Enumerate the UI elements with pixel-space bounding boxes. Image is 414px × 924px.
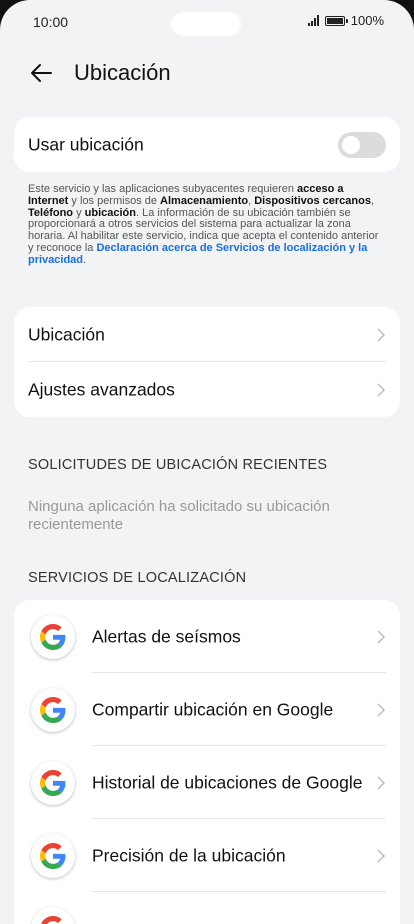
location-description: Este servicio y las aplicaciones subyace… bbox=[28, 183, 386, 267]
service-item-label: Compartir ubicación en Google bbox=[92, 699, 334, 719]
menu-item-location[interactable]: Ubicación bbox=[14, 307, 400, 362]
desc-bold-location: ubicación bbox=[84, 206, 136, 219]
desc-bold-nearby: Dispositivos cercanos bbox=[254, 194, 371, 207]
recent-requests-header: SOLICITUDES DE UBICACIÓN RECIENTES bbox=[28, 457, 328, 473]
use-location-card: Usar ubicación bbox=[14, 117, 400, 172]
chevron-right-icon bbox=[377, 775, 386, 790]
signal-icon bbox=[307, 15, 319, 26]
desc-text-4: , bbox=[370, 194, 375, 207]
desc-text-5: y bbox=[73, 206, 85, 219]
use-location-row[interactable]: Usar ubicación bbox=[14, 117, 400, 172]
service-item-google-location-history[interactable]: Historial de ubicaciones de Google bbox=[14, 746, 400, 819]
google-icon bbox=[31, 760, 75, 805]
desc-bold-phone: Teléfono bbox=[28, 206, 74, 219]
status-bar: 10:00 100% bbox=[0, 0, 414, 46]
chevron-right-icon bbox=[377, 848, 386, 863]
menu-item-label: Ubicación bbox=[28, 324, 105, 344]
desc-text-7: . bbox=[83, 253, 87, 266]
chevron-right-icon bbox=[377, 382, 386, 397]
use-location-toggle[interactable] bbox=[338, 131, 386, 158]
page-title: Ubicación bbox=[74, 60, 171, 85]
google-icon bbox=[31, 906, 75, 924]
service-item-location-accuracy[interactable]: Precisión de la ubicación bbox=[14, 819, 400, 892]
service-item-label: Precisión de la ubicación bbox=[92, 845, 286, 865]
google-icon bbox=[31, 833, 75, 878]
location-services-header: SERVICIOS DE LOCALIZACIÓN bbox=[28, 570, 247, 586]
chevron-right-icon bbox=[377, 702, 386, 717]
service-item-label: Historial de ubicaciones de Google bbox=[92, 772, 363, 792]
service-item-partial[interactable] bbox=[14, 892, 400, 924]
top-bar: Ubicación bbox=[0, 54, 414, 94]
desc-bold-storage: Almacenamiento bbox=[160, 194, 249, 207]
recent-requests-empty: Ninguna aplicación ha solicitado su ubic… bbox=[28, 498, 330, 533]
desc-text-2: y los permisos de bbox=[68, 194, 161, 207]
battery-icon bbox=[324, 15, 348, 26]
chevron-right-icon bbox=[377, 629, 386, 644]
status-icons: 100% bbox=[307, 13, 384, 28]
menu-item-advanced-settings[interactable]: Ajustes avanzados bbox=[14, 362, 400, 417]
service-item-google-location-sharing[interactable]: Compartir ubicación en Google bbox=[14, 673, 400, 746]
chevron-right-icon bbox=[377, 327, 386, 342]
screen: 10:00 100% Ubicación Usar ubicación Este… bbox=[0, 0, 414, 924]
status-time: 10:00 bbox=[33, 14, 69, 30]
menu-item-label: Ajustes avanzados bbox=[28, 379, 175, 399]
settings-menu-card: Ubicación Ajustes avanzados bbox=[14, 307, 400, 417]
battery-percent: 100% bbox=[350, 13, 384, 28]
service-item-earthquake-alerts[interactable]: Alertas de seísmos bbox=[14, 600, 400, 673]
toggle-knob bbox=[342, 135, 360, 154]
use-location-label: Usar ubicación bbox=[28, 134, 144, 154]
service-item-label: Alertas de seísmos bbox=[92, 626, 241, 646]
back-arrow-icon[interactable] bbox=[29, 60, 55, 86]
google-icon bbox=[31, 614, 75, 659]
camera-pill bbox=[171, 12, 241, 36]
google-icon bbox=[31, 687, 75, 732]
desc-text-1: Este servicio y las aplicaciones subyace… bbox=[28, 183, 298, 195]
location-services-card: Alertas de seísmos Compartir ubicación e… bbox=[14, 600, 400, 924]
